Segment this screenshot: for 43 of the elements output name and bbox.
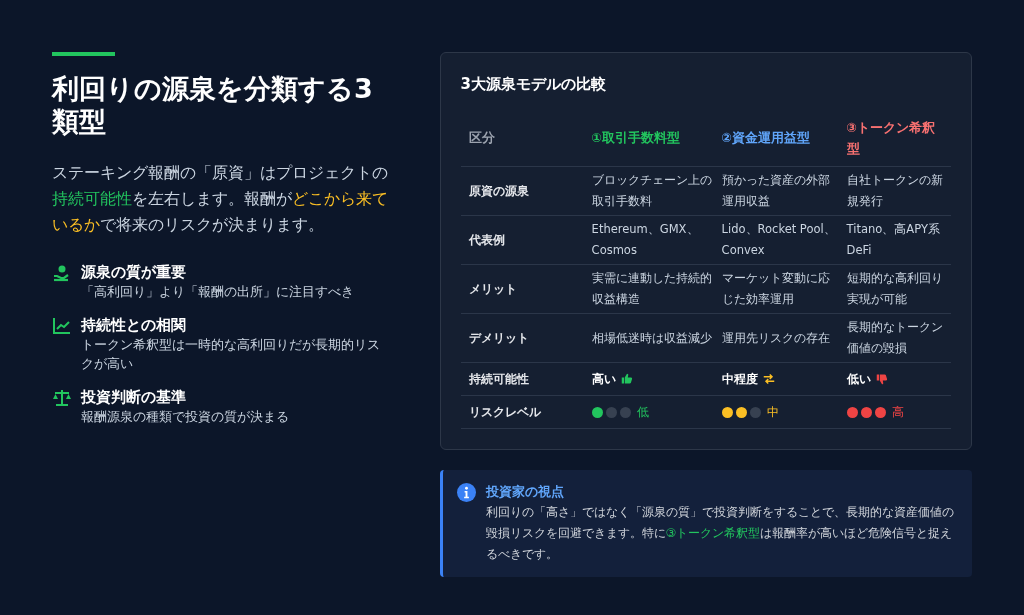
table-cell: 運用先リスクの存在 xyxy=(713,313,839,363)
page-title: 利回りの源泉を分類する3類型 xyxy=(52,72,374,138)
row-label: 持続可能性 xyxy=(460,362,584,396)
table-cell: Ethereum、GMX、Cosmos xyxy=(583,215,714,265)
column-header: ③トークン希釈型 xyxy=(838,109,951,167)
card-title: 3大源泉モデルの比較 xyxy=(460,74,608,95)
rating-text: 低い xyxy=(846,370,871,388)
line-chart-icon xyxy=(52,316,72,336)
row-label: デメリット xyxy=(460,313,584,363)
table-cell: 長期的なトークン価値の毀損 xyxy=(838,313,951,363)
callout-text: 利回りの「高さ」ではなく「源泉の質」で投資判断をすることで、長期的な資産価値の毀損リスクを回避できます。特に③トークン希釈型は報酬率が高いほど危険信号と捉えるべきです。 xyxy=(485,504,955,563)
column-header: 区分 xyxy=(460,109,584,167)
table-cell: マーケット変動に応じた効率運用 xyxy=(713,264,839,314)
point-description: トークン希釈型は一時的な高利回りだが長期的リスクが高い xyxy=(81,336,381,373)
row-label: 代表例 xyxy=(460,215,584,265)
row-label: 原資の源泉 xyxy=(460,166,584,216)
risk-label: 中 xyxy=(766,403,779,421)
column-header: ②資金運用益型 xyxy=(713,109,839,167)
risk-label: 低 xyxy=(636,403,649,421)
balance-scale-icon xyxy=(52,388,72,408)
point-title: 持続性との相関 xyxy=(81,316,187,335)
column-header: ①取引手数料型 xyxy=(583,109,714,167)
table-cell: 自社トークンの新規発行 xyxy=(838,166,951,216)
row-label: リスクレベル xyxy=(460,395,584,429)
callout-title: 投資家の視点 xyxy=(485,483,565,501)
table-cell: 短期的な高利回り実現が可能 xyxy=(838,264,951,314)
row-label: メリット xyxy=(460,264,584,314)
intro-paragraph: ステーキング報酬の「原資」はプロジェクトの 持続可能性を左右します。報酬がどこから来ているかで将来のリスクが決まります。 xyxy=(52,163,389,236)
rating-text: 中程度 xyxy=(721,370,758,388)
point-description: 「高利回り」より「報酬の出所」に注目すべき xyxy=(81,283,354,301)
table-cell: 預かった資産の外部運用収益 xyxy=(713,166,839,216)
risk-label: 高 xyxy=(891,403,904,421)
rating-text: 高い xyxy=(591,370,616,388)
table-cell: Titano、高APY系DeFi xyxy=(838,215,951,265)
table-cell: 実需に連動した持続的収益構造 xyxy=(583,264,714,314)
point-title: 投資判断の基準 xyxy=(81,388,187,407)
info-icon xyxy=(456,483,476,502)
point-title: 源泉の質が重要 xyxy=(81,263,187,282)
table-cell: Lido、Rocket Pool、Convex xyxy=(713,215,839,265)
point-description: 報酬源泉の種類で投資の質が決まる xyxy=(81,408,289,426)
table-cell: ブロックチェーン上の取引手数料 xyxy=(583,166,714,216)
table-cell: 相場低迷時は収益減少 xyxy=(583,313,714,363)
accent-bar xyxy=(52,52,115,56)
